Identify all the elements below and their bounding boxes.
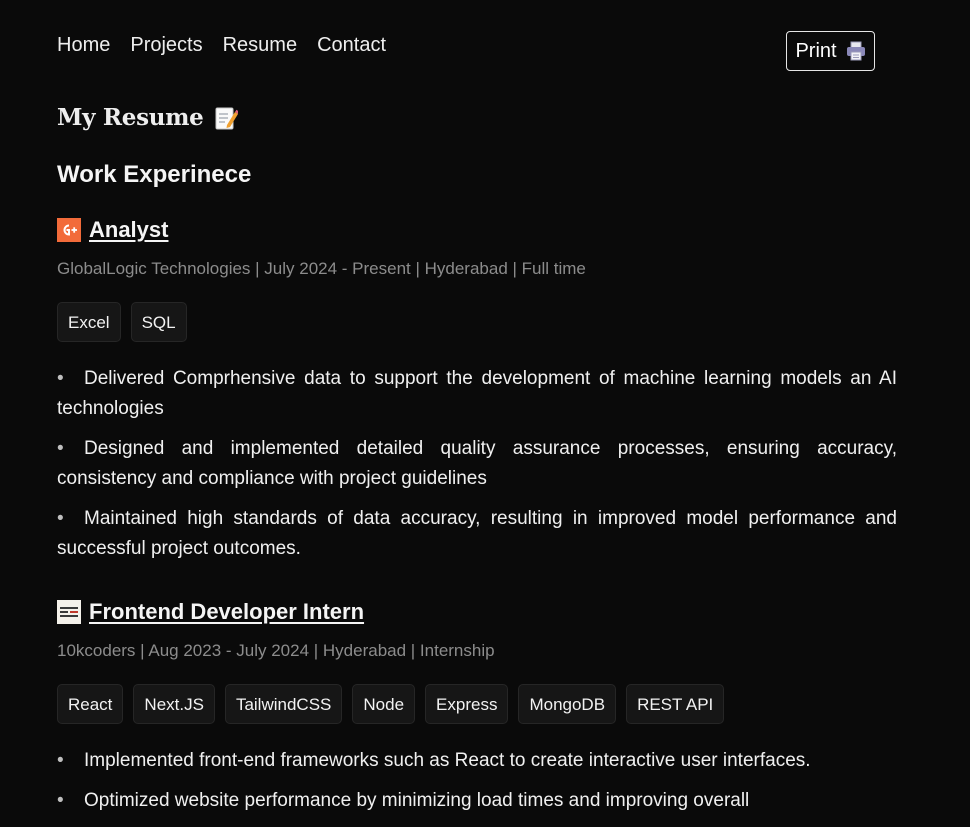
- page-title: My Resume: [57, 104, 239, 131]
- skill-tag: React: [57, 684, 124, 724]
- nav-home-link[interactable]: Home: [57, 34, 110, 57]
- bullet-text: Designed and implemented detailed qualit…: [57, 438, 897, 489]
- bullet-text: Optimized website performance by minimiz…: [84, 790, 750, 811]
- job-entry: Frontend Developer Intern 10kcoders | Au…: [57, 597, 897, 826]
- skill-tags: React Next.JS TailwindCSS Node Express M…: [57, 684, 897, 724]
- skill-tag: MongoDB: [518, 684, 617, 724]
- skill-tag: SQL: [130, 302, 187, 342]
- memo-icon: [214, 105, 239, 131]
- skill-tag: TailwindCSS: [224, 684, 343, 724]
- printer-icon: [846, 41, 866, 61]
- globallogic-logo: [57, 218, 81, 242]
- nav-projects-link[interactable]: Projects: [130, 34, 202, 57]
- bullet-item: • Maintained high standards of data accur…: [57, 508, 897, 559]
- bullet-text: Delivered Comprhensive data to support t…: [57, 368, 897, 419]
- 10kcoders-logo: [57, 600, 81, 624]
- bullet-text: Implemented front-end frameworks such as…: [84, 750, 811, 771]
- job-meta: 10kcoders | Aug 2023 - July 2024 | Hyder…: [57, 641, 495, 660]
- resume-page: Home Projects Resume Contact Print My Re…: [0, 0, 970, 827]
- skill-tag: Excel: [57, 302, 121, 342]
- job-entry: Analyst GlobalLogic Technologies | July …: [57, 215, 897, 574]
- skill-tag: Express: [425, 684, 509, 724]
- print-button-label: Print: [795, 39, 837, 62]
- nav-resume-link[interactable]: Resume: [223, 34, 297, 57]
- job-title-link[interactable]: Analyst: [89, 217, 168, 243]
- job-header: Frontend Developer Intern: [57, 597, 897, 627]
- skill-tag: Next.JS: [133, 684, 215, 724]
- bullet-text: Maintained high standards of data accura…: [57, 508, 897, 559]
- job-title-link[interactable]: Frontend Developer Intern: [89, 599, 364, 625]
- bullet-item: • Optimized website performance by minimi…: [57, 790, 750, 811]
- job-meta: GlobalLogic Technologies | July 2024 - P…: [57, 259, 586, 278]
- skill-tag: REST API: [626, 684, 725, 724]
- nav-contact-link[interactable]: Contact: [317, 34, 386, 57]
- bullet-item: • Delivered Comprhensive data to support …: [57, 368, 897, 419]
- skill-tag: Node: [352, 684, 416, 724]
- bullet-item: • Designed and implemented detailed quali…: [57, 438, 897, 489]
- page-title-text: My Resume: [57, 104, 204, 131]
- section-title: Work Experinece: [57, 161, 252, 188]
- job-bullets: • Implemented front-end frameworks such a…: [57, 746, 897, 816]
- skill-tags: Excel SQL: [57, 302, 897, 342]
- main-nav: Home Projects Resume Contact: [57, 34, 386, 57]
- print-button[interactable]: Print: [786, 31, 875, 71]
- bullet-item: • Implemented front-end frameworks such a…: [57, 750, 811, 771]
- job-header: Analyst: [57, 215, 897, 245]
- job-bullets: • Delivered Comprhensive data to support …: [57, 364, 897, 564]
